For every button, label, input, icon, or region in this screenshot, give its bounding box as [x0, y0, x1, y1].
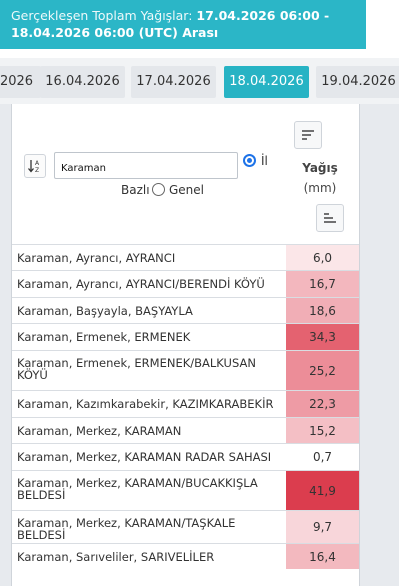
table-row[interactable]: Karaman, Merkez, KARAMAN RADAR SAHASI 0,7	[12, 443, 359, 470]
precipitation-value: 25,2	[286, 351, 359, 390]
date-tab-18[interactable]: 18.04.2026	[224, 66, 309, 98]
column-unit: (mm)	[303, 181, 337, 195]
precipitation-value: 34,3	[286, 324, 359, 350]
svg-text:Z: Z	[35, 167, 39, 174]
svg-text:A: A	[35, 160, 40, 167]
station-name: Karaman, Merkez, KARAMAN	[17, 424, 182, 438]
sort-alpha-icon: A Z	[28, 160, 40, 174]
sort-asc-button[interactable]	[316, 204, 344, 232]
date-tab-label: 19.04.2026	[321, 74, 396, 89]
header-line-1: Gerçekleşen Toplam Yağışlar: 17.04.2026 …	[11, 7, 366, 24]
station-name: Karaman, Ayrancı, AYRANCI	[17, 251, 176, 265]
header-range-end: 18.04.2026 06:00 (UTC) Arası	[11, 25, 219, 40]
column-title: Yağış	[302, 161, 338, 175]
table-row[interactable]: Karaman, Merkez, KARAMAN/BUCAKKIŞLA BELD…	[12, 470, 359, 510]
sort-ascending-icon	[324, 213, 336, 223]
header-range-start: 17.04.2026 06:00 -	[196, 8, 330, 23]
date-tab-label: 17.04.2026	[136, 74, 211, 89]
station-name: Karaman, Merkez, KARAMAN/TAŞKALE BELDESİ	[17, 516, 236, 542]
table-row[interactable]: Karaman, Ermenek, ERMENEK 34,3	[12, 323, 359, 350]
left-gutter	[0, 104, 11, 586]
radio-genel[interactable]	[152, 183, 165, 196]
precipitation-value: 41,9	[286, 471, 359, 510]
table-row[interactable]: Karaman, Kazımkarabekir, KAZIMKARABEKİR 2…	[12, 390, 359, 417]
table-row[interactable]: Karaman, Sarıveliler, SARIVELİLER 16,4	[12, 543, 359, 569]
station-name: Karaman, Ermenek, ERMENEK	[17, 330, 191, 344]
precipitation-value: 16,7	[286, 271, 359, 297]
table-row[interactable]: Karaman, Merkez, KARAMAN 15,2	[12, 417, 359, 443]
date-tab-17[interactable]: 17.04.2026	[131, 66, 216, 98]
sort-descending-icon	[302, 130, 314, 140]
radio-il-label: İl	[261, 154, 268, 168]
table-row[interactable]: Karaman, Merkez, KARAMAN/TAŞKALE BELDESİ…	[12, 510, 359, 543]
date-tab-label: 2026	[0, 74, 34, 89]
table-row[interactable]: Karaman, Ayrancı, AYRANCI 6,0	[12, 244, 359, 270]
results-header: Gerçekleşen Toplam Yağışlar: 17.04.2026 …	[0, 0, 366, 49]
precipitation-value: 9,7	[286, 511, 359, 543]
date-tab-16[interactable]: 16.04.2026	[40, 66, 125, 98]
search-input[interactable]	[54, 152, 238, 179]
precipitation-column-header: Yağış (mm)	[300, 158, 340, 198]
date-tab-label: 18.04.2026	[229, 74, 304, 89]
table-row[interactable]: Karaman, Başyayla, BAŞYAYLA 18,6	[12, 297, 359, 323]
sort-desc-button[interactable]	[294, 121, 322, 149]
right-gutter	[360, 104, 399, 586]
station-name: Karaman, Kazımkarabekir, KAZIMKARABEKİR	[17, 397, 274, 411]
radio-il[interactable]	[243, 154, 256, 167]
station-name: Karaman, Merkez, KARAMAN/BUCAKKIŞLA BELD…	[17, 476, 258, 502]
precipitation-value: 16,4	[286, 544, 359, 569]
station-name: Karaman, Ayrancı, AYRANCI/BERENDİ KÖYÜ	[17, 277, 265, 291]
date-tab-19[interactable]: 19.04.2026	[316, 66, 399, 98]
date-tab-label: 16.04.2026	[45, 74, 120, 89]
precipitation-value: 15,2	[286, 418, 359, 443]
table-row[interactable]: Karaman, Ermenek, ERMENEK/BALKUSAN KÖYÜ 2…	[12, 350, 359, 390]
station-name: Karaman, Başyayla, BAŞYAYLA	[17, 304, 193, 318]
sort-alpha-button[interactable]: A Z	[24, 154, 46, 178]
date-tab-15[interactable]: 2026	[0, 66, 41, 98]
station-name: Karaman, Merkez, KARAMAN RADAR SAHASI	[17, 450, 272, 464]
date-selector: 2026 16.04.2026 17.04.2026 18.04.2026 19…	[0, 58, 399, 104]
station-name: Karaman, Ermenek, ERMENEK/BALKUSAN KÖYÜ	[17, 356, 256, 382]
precipitation-value: 6,0	[286, 245, 359, 270]
table-row[interactable]: Karaman, Ayrancı, AYRANCI/BERENDİ KÖYÜ 16…	[12, 270, 359, 297]
bazli-label: Bazlı	[121, 183, 150, 197]
precipitation-value: 22,3	[286, 391, 359, 417]
radio-genel-label: Genel	[169, 183, 205, 197]
station-name: Karaman, Sarıveliler, SARIVELİLER	[17, 550, 215, 564]
header-prefix: Gerçekleşen Toplam Yağışlar:	[11, 8, 197, 23]
precipitation-value: 0,7	[286, 444, 359, 470]
precipitation-value: 18,6	[286, 298, 359, 323]
